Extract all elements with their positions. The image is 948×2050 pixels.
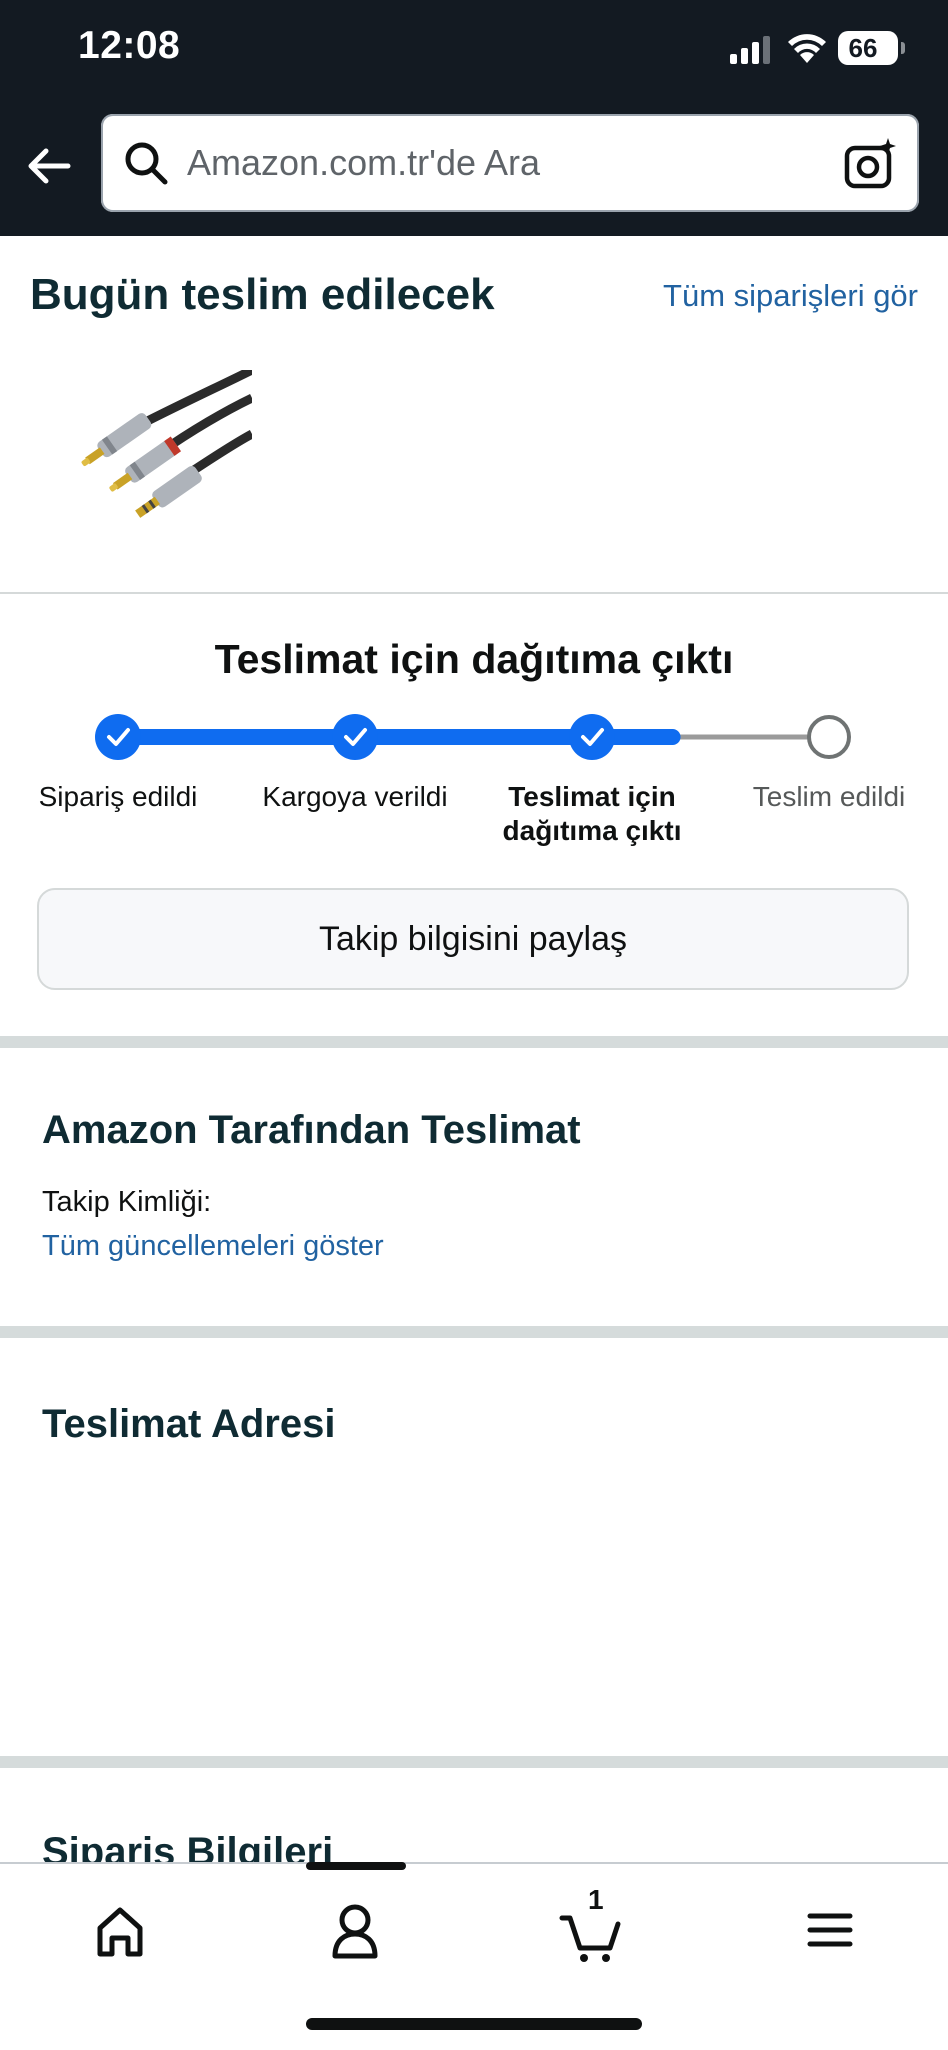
account-icon[interactable]	[305, 1890, 405, 1970]
home-indicator	[306, 2018, 642, 2030]
progress-step-label: Teslimat için dağıtıma çıktı	[502, 781, 682, 846]
all-updates-link[interactable]: Tüm güncellemeleri göster	[42, 1230, 384, 1263]
product-image[interactable]	[72, 370, 252, 530]
delivery-title: Bugün teslim edilecek	[30, 270, 495, 319]
search-bar[interactable]	[101, 114, 919, 212]
tracking-status-title: Teslimat için dağıtıma çıktı	[214, 636, 734, 682]
progress-step-label: Kargoya verildi	[262, 781, 448, 812]
share-tracking-button[interactable]: Takip bilgisini paylaş	[37, 888, 909, 990]
progress-step-1	[95, 714, 141, 760]
section-divider	[0, 1036, 948, 1048]
section-divider	[0, 1326, 948, 1338]
camera-search-icon[interactable]	[843, 136, 899, 192]
cart-button[interactable]: 1	[540, 1884, 640, 1970]
section-divider	[0, 1756, 948, 1768]
scroll-indicator	[306, 1862, 406, 1870]
address-title: Teslimat Adresi	[42, 1402, 336, 1446]
home-icon[interactable]	[70, 1890, 170, 1970]
tracking-id-label: Takip Kimliği:	[42, 1186, 212, 1218]
search-icon	[125, 142, 168, 185]
wifi-icon	[788, 34, 826, 63]
top-header: 12:08 66	[0, 0, 948, 236]
progress-step-label: Teslim edildi	[752, 781, 906, 812]
progress-step-4	[807, 715, 851, 759]
status-time: 12:08	[78, 24, 181, 67]
progress-step-3	[569, 714, 615, 760]
back-arrow-icon[interactable]	[22, 138, 78, 194]
all-orders-link[interactable]: Tüm siparişleri gör	[663, 278, 918, 314]
search-input[interactable]	[187, 132, 817, 194]
tracking-progress-bar	[95, 714, 851, 760]
cart-count: 1	[588, 1884, 604, 1915]
menu-icon[interactable]	[780, 1890, 880, 1970]
progress-step-2	[332, 714, 378, 760]
cell-signal-icon	[730, 36, 770, 64]
battery-icon: 66	[838, 31, 905, 65]
section-divider	[0, 592, 948, 594]
battery-level: 66	[848, 33, 878, 63]
progress-step-label: Sipariş edildi	[38, 781, 198, 812]
carrier-title: Amazon Tarafından Teslimat	[42, 1108, 581, 1152]
